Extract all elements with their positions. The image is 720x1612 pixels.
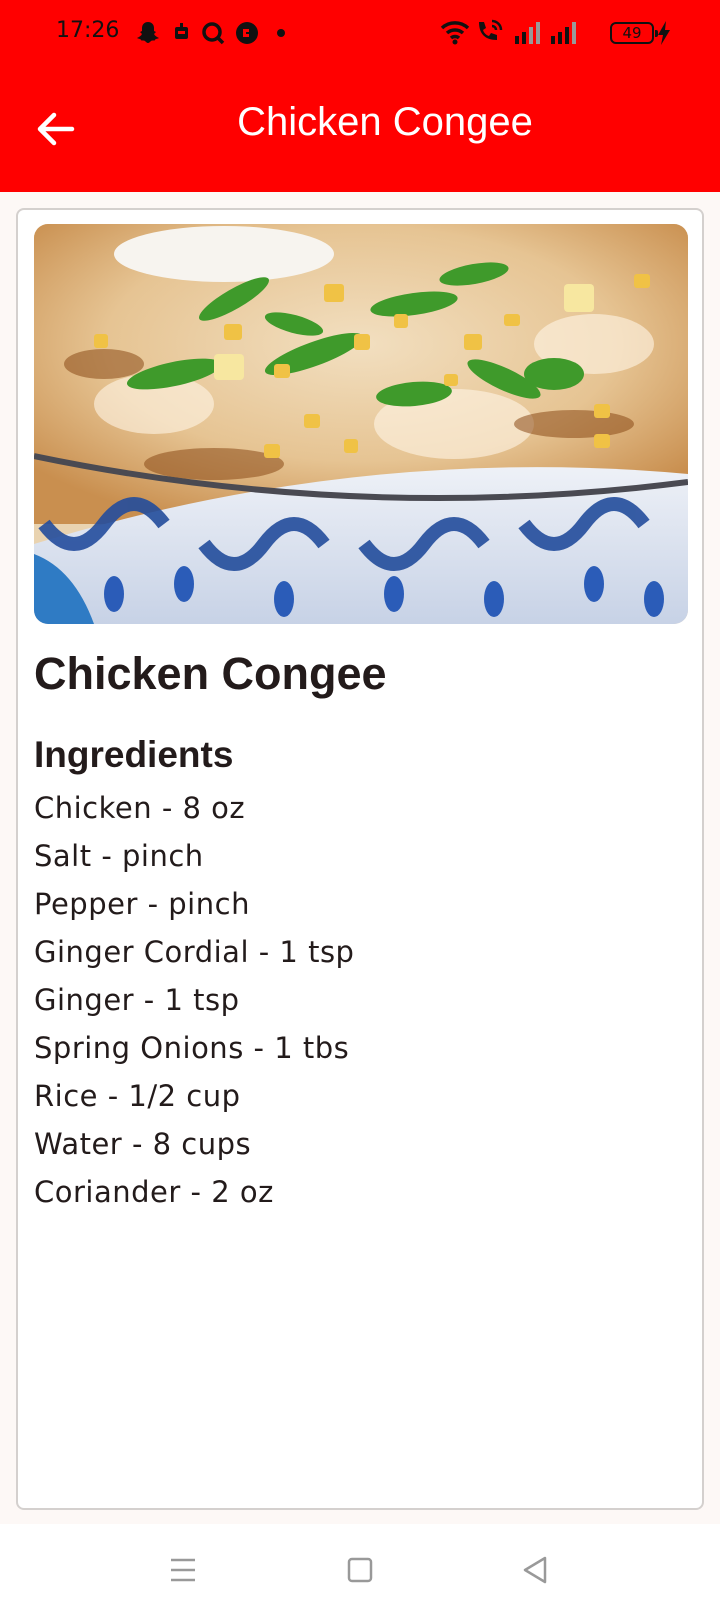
- app-icon: [236, 22, 258, 44]
- battery-indicator: 49: [610, 22, 658, 44]
- home-button[interactable]: [332, 1542, 388, 1598]
- ingredient-item: Water - 8 cups: [34, 1127, 252, 1161]
- home-icon: [347, 1557, 373, 1583]
- ingredient-item: Spring Onions - 1 tbs: [34, 1031, 350, 1065]
- charging-icon: [658, 21, 670, 45]
- system-icons: [440, 18, 580, 46]
- ingredient-item: Rice - 1/2 cup: [34, 1079, 241, 1113]
- status-time: 17:26: [56, 18, 120, 43]
- status-bar: 17:26 49: [0, 0, 720, 66]
- search-app-icon: [202, 22, 225, 45]
- dot-icon: [277, 29, 285, 37]
- back-icon: [523, 1556, 547, 1584]
- ingredient-item: Ginger Cordial - 1 tsp: [34, 935, 355, 969]
- signal-icon: [551, 22, 576, 44]
- snapchat-icon: [137, 22, 159, 43]
- ingredients-heading: Ingredients: [34, 734, 234, 775]
- ingredient-item: Coriander - 2 oz: [34, 1175, 274, 1209]
- ingredient-item: Chicken - 8 oz: [34, 791, 246, 825]
- menu-icon: [171, 1558, 195, 1582]
- recipe-card: Chicken Congee Ingredients Chicken - 8 o…: [16, 208, 704, 1510]
- ingredient-item: Salt - pinch: [34, 839, 204, 873]
- ingredient-item: Pepper - pinch: [34, 887, 250, 921]
- recipe-name: Chicken Congee: [34, 648, 387, 699]
- header: 17:26 49 Chicken Congee: [0, 0, 720, 192]
- signal-icon: [515, 22, 540, 44]
- notification-icon: [175, 23, 188, 39]
- recipe-photo: [34, 224, 688, 624]
- system-nav-bar: [0, 1524, 720, 1612]
- wifi-icon: [440, 21, 470, 45]
- wifi-call-icon: [479, 19, 503, 40]
- ingredients-list: Chicken - 8 oz Salt - pinch Pepper - pin…: [34, 784, 354, 1216]
- app-bar: Chicken Congee: [0, 66, 720, 192]
- recent-apps-button[interactable]: [155, 1542, 211, 1598]
- nav-back-button[interactable]: [508, 1542, 564, 1598]
- page-title: Chicken Congee: [237, 100, 533, 144]
- ingredient-item: Ginger - 1 tsp: [34, 983, 240, 1017]
